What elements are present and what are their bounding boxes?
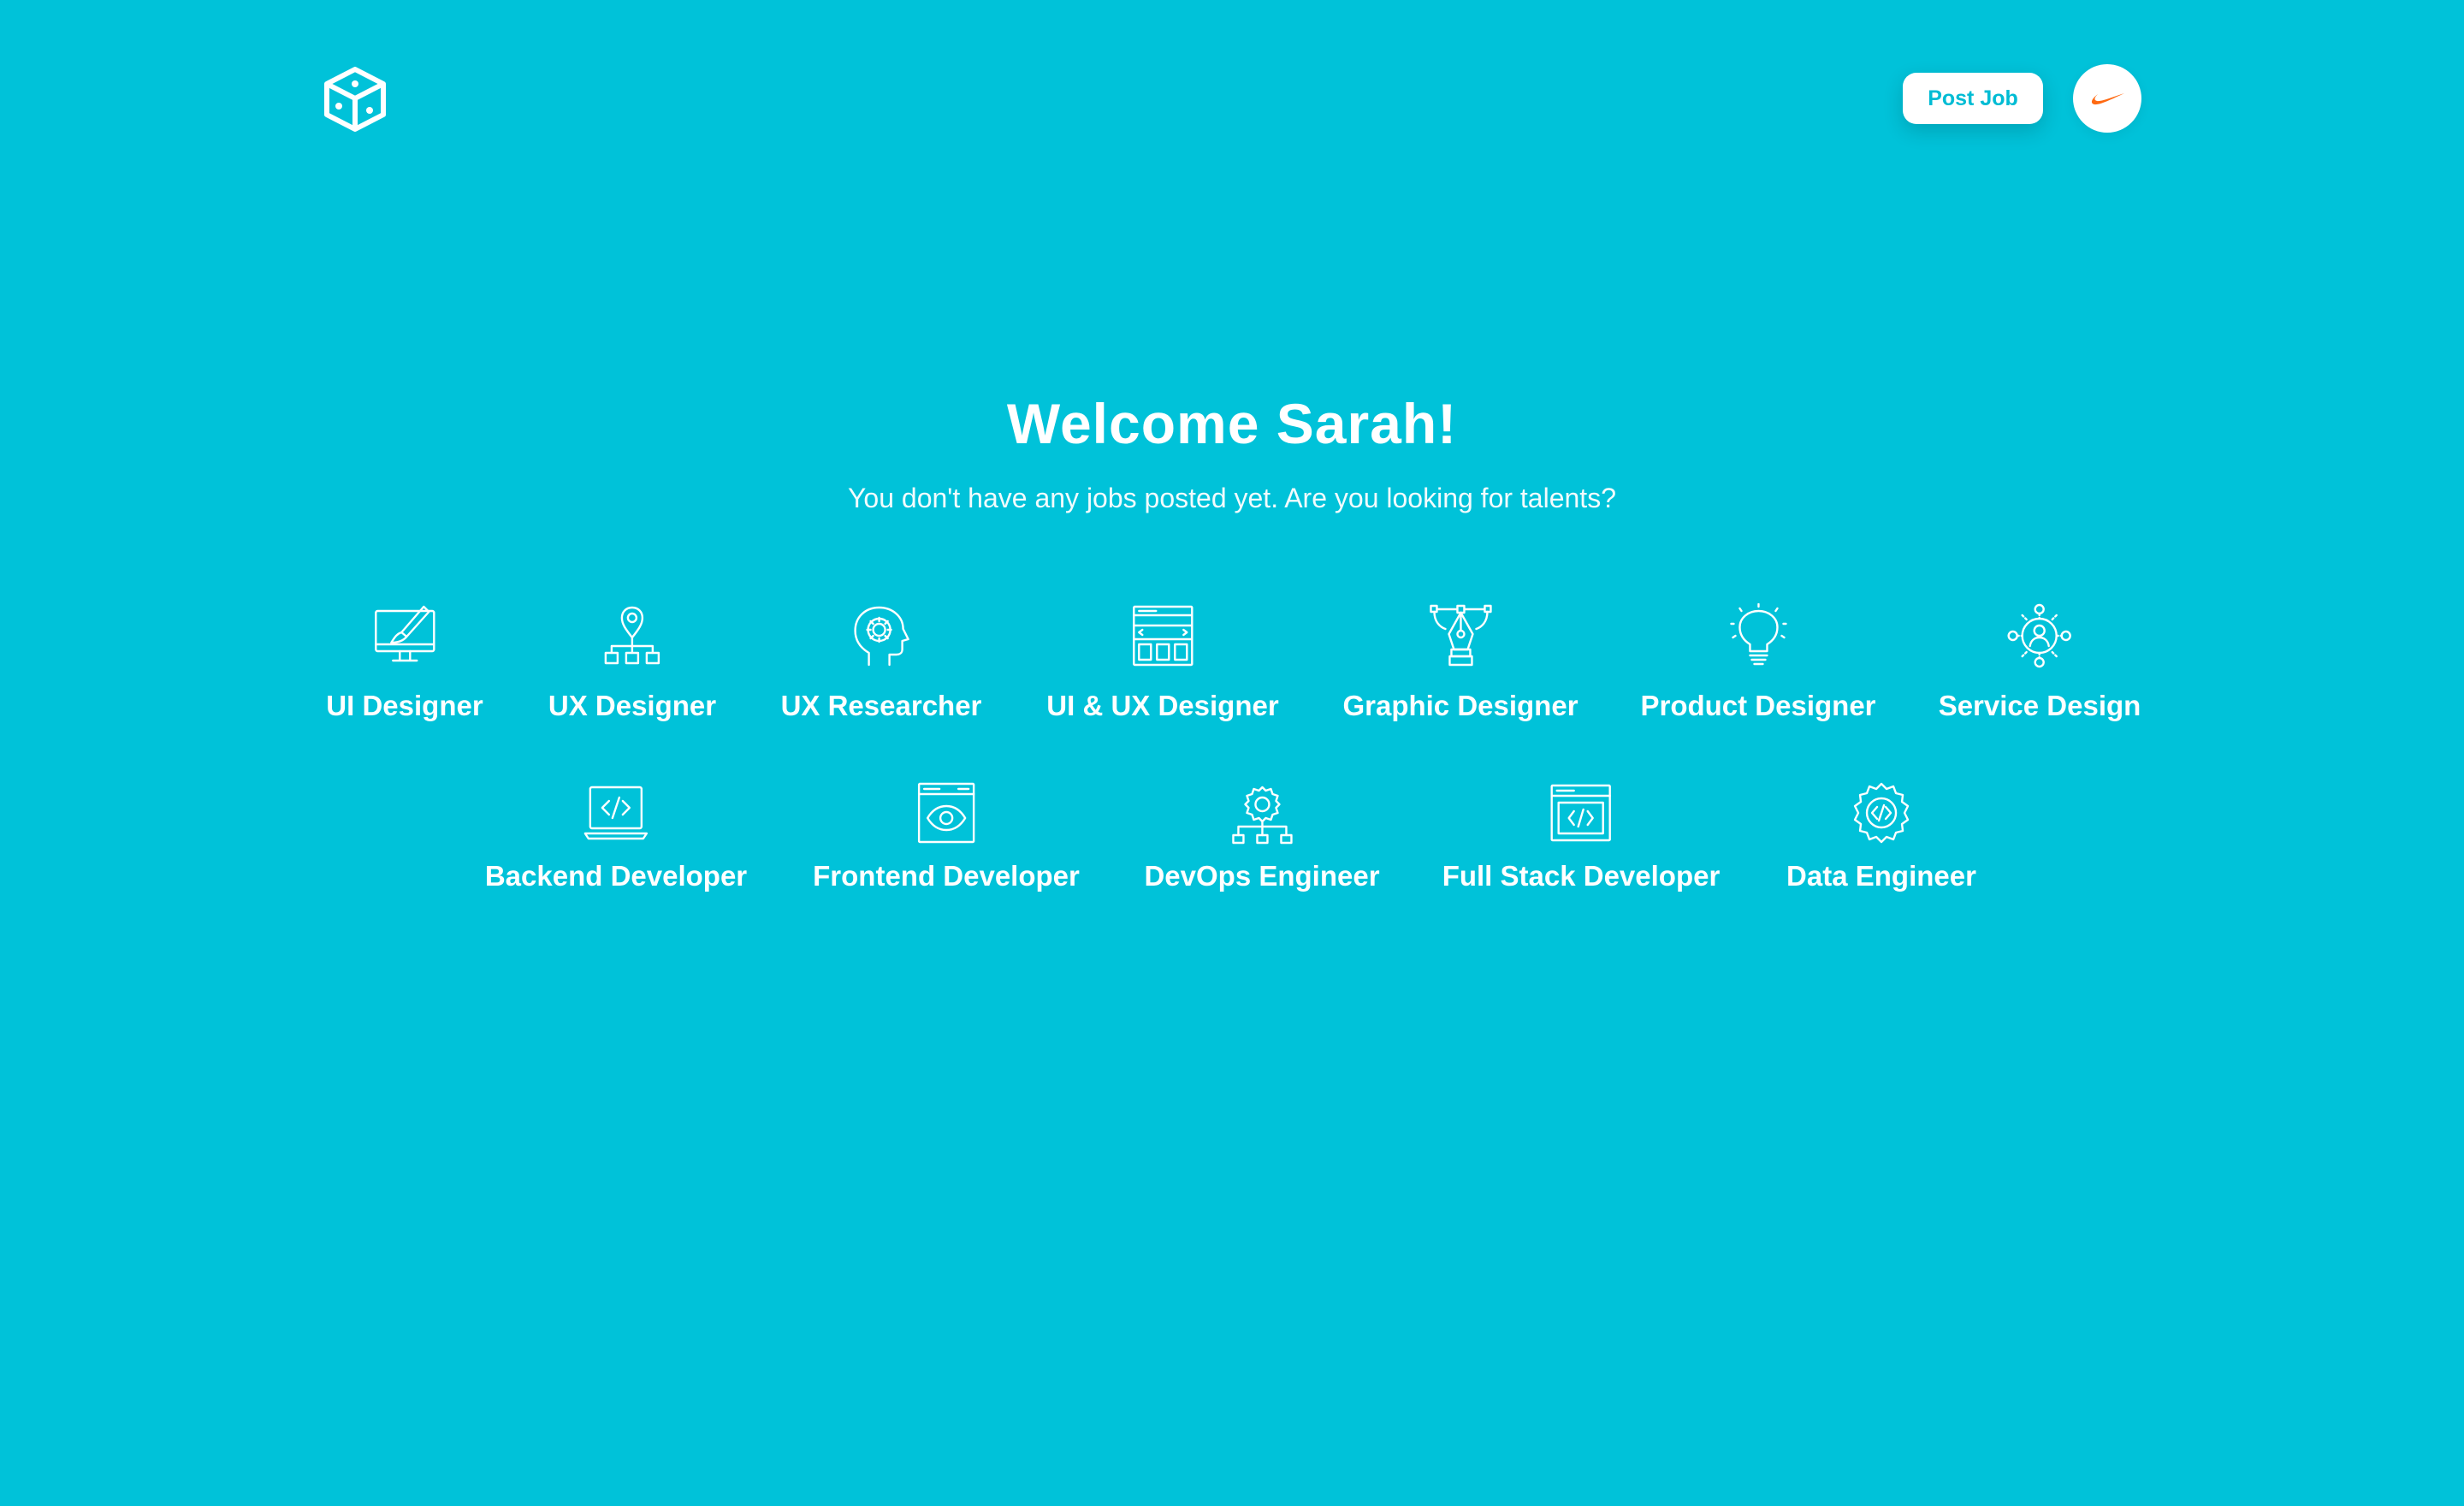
category-service-design[interactable]: Service Design — [1939, 603, 2141, 725]
category-graphic-designer[interactable]: Graphic Designer — [1342, 603, 1578, 725]
category-label: Product Designer — [1640, 690, 1876, 721]
avatar[interactable] — [2073, 64, 2141, 133]
category-devops-engineer[interactable]: DevOps Engineer — [1144, 780, 1380, 895]
monitor-brush-icon — [374, 605, 435, 662]
browser-eye-icon — [917, 782, 975, 844]
top-bar: Post Job — [0, 0, 2464, 205]
category-label: UI & UX Designer — [1046, 690, 1279, 721]
browser-code-icon — [1550, 784, 1612, 842]
post-job-button[interactable]: Post Job — [1903, 73, 2043, 124]
welcome-section: Welcome Sarah! You don't have any jobs p… — [0, 385, 2464, 517]
category-label: UX Designer — [548, 690, 717, 721]
category-label: Backend Developer — [484, 860, 748, 892]
category-label: Data Engineer — [1786, 860, 1976, 892]
category-label: Full Stack Developer — [1442, 860, 1721, 892]
category-frontend-developer[interactable]: Frontend Developer — [813, 780, 1080, 895]
gear-code-icon — [1853, 782, 1910, 844]
category-label: DevOps Engineer — [1144, 860, 1380, 892]
lightbulb-icon — [1729, 603, 1787, 666]
category-ui-designer[interactable]: UI Designer — [326, 603, 483, 725]
category-ux-designer[interactable]: UX Designer — [548, 603, 716, 725]
head-gear-icon — [854, 606, 910, 667]
category-backend-developer[interactable]: Backend Developer — [485, 780, 747, 895]
cube-logo-icon[interactable] — [322, 66, 388, 133]
user-network-icon — [2007, 603, 2072, 668]
welcome-subtitle: You don't have any jobs posted yet. Are … — [848, 483, 1616, 513]
category-ux-researcher[interactable]: UX Researcher — [780, 603, 982, 725]
category-row-engineering: Backend Developer Frontend Developer Dev… — [0, 780, 2464, 952]
wireframe-browser-icon — [1132, 605, 1194, 667]
category-data-engineer[interactable]: Data Engineer — [1786, 780, 1976, 895]
category-label: UI Designer — [326, 690, 483, 721]
category-label: Service Design — [1938, 690, 2141, 721]
laptop-code-icon — [583, 786, 649, 840]
category-ui-ux-designer[interactable]: UI & UX Designer — [1046, 603, 1279, 725]
category-full-stack-developer[interactable]: Full Stack Developer — [1442, 780, 1721, 895]
pen-tool-icon — [1429, 604, 1492, 667]
category-label: Frontend Developer — [813, 860, 1080, 892]
sitemap-pin-icon — [604, 606, 660, 665]
category-label: UX Researcher — [780, 690, 982, 721]
category-product-designer[interactable]: Product Designer — [1640, 603, 1876, 725]
page-title: Welcome Sarah! — [1006, 392, 1458, 455]
category-label: Graphic Designer — [1342, 690, 1578, 721]
category-row-design: UI Designer UX Designer UX Researcher UI… — [0, 603, 2464, 774]
gear-network-icon — [1231, 786, 1293, 845]
swoosh-logo-icon — [2091, 93, 2124, 105]
